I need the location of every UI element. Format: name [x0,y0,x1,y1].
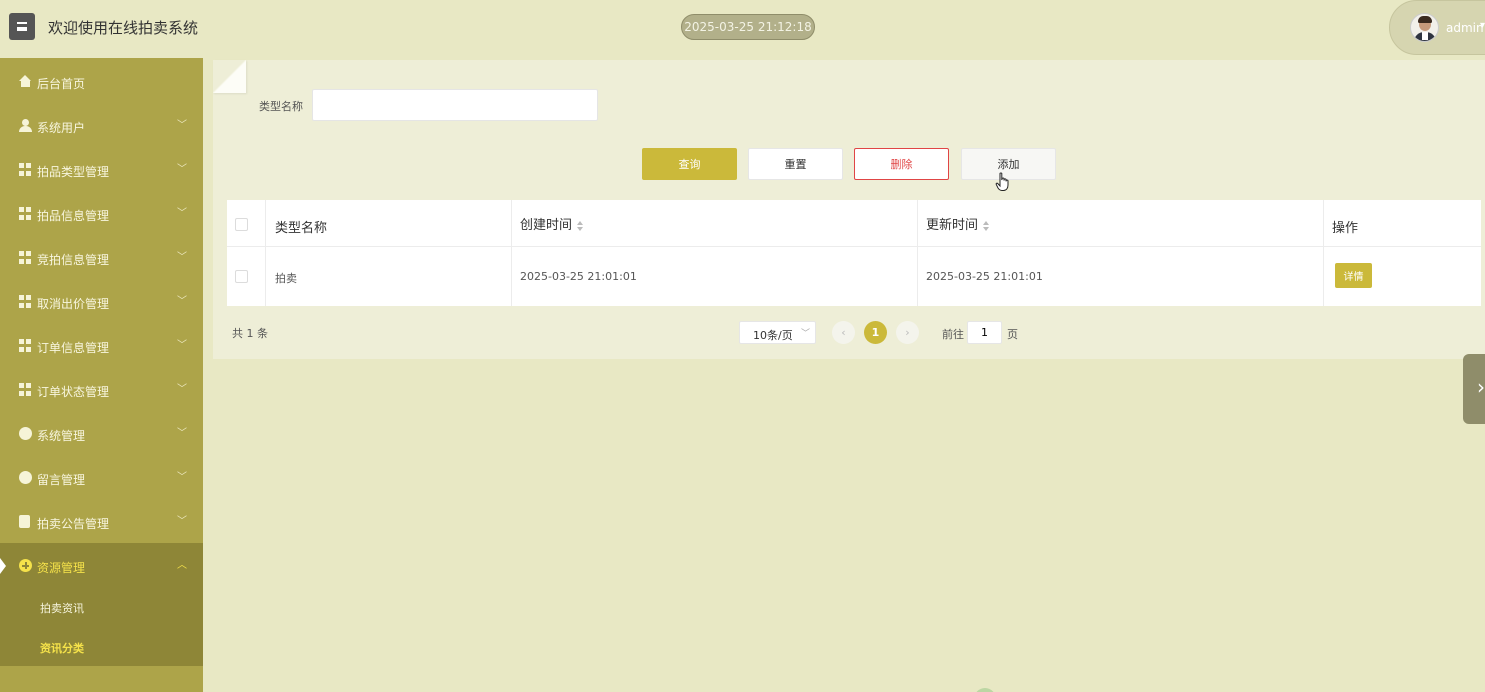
sidebar-item-label: 留言管理 [37,473,86,487]
sidebar-item-item-info[interactable]: 拍品信息管理 ﹀ [0,192,203,236]
sidebar-subitem-auction-news[interactable]: 拍卖资讯 [40,600,84,616]
delete-button[interactable]: 删除 [854,148,949,180]
user-icon [19,119,32,132]
column-header-label: 更新时间 [926,218,979,233]
column-header-type-name: 类型名称 [275,221,328,236]
user-menu[interactable]: admin ▾ [1389,0,1485,55]
page-size-select[interactable]: 10条/页 ﹀ [739,321,816,344]
page-size-value: 10条/页 [753,329,793,342]
sidebar-item-label: 拍品信息管理 [37,209,110,223]
sidebar-item-cancel-bid[interactable]: 取消出价管理 ﹀ [0,280,203,324]
sidebar-item-label: 拍卖公告管理 [37,517,110,531]
sidebar-item-label: 订单信息管理 [37,341,110,355]
column-header-updated[interactable]: 更新时间 [926,214,990,233]
reset-button[interactable]: 重置 [748,148,843,180]
chevron-down-icon: ﹀ [177,472,187,483]
sidebar-item-item-types[interactable]: 拍品类型管理 ﹀ [0,148,203,192]
column-header-created[interactable]: 创建时间 [520,214,584,233]
hand-cursor-icon [995,172,1009,191]
active-marker [0,558,6,574]
sidebar-item-label: 后台首页 [37,77,86,91]
prev-page-button[interactable]: ‹ [832,321,855,344]
document-icon [19,515,30,528]
data-table: 类型名称 创建时间 更新时间 操作 拍卖 2025-03-25 21:01:01… [227,200,1481,306]
datetime-badge: 2025-03-25 21:12:18 [681,14,815,40]
sidebar-item-label: 系统用户 [37,121,86,135]
chevron-down-icon: ﹀ [177,296,187,307]
chevron-up-icon: ︿ [177,560,187,571]
app-title: 欢迎使用在线拍卖系统 [48,19,199,37]
query-button[interactable]: 查询 [642,148,737,180]
user-name: admin [1446,21,1484,35]
sidebar-item-order-info[interactable]: 订单信息管理 ﹀ [0,324,203,368]
goto-page-input[interactable] [967,321,1002,344]
sort-icon[interactable] [577,220,584,231]
sidebar-item-label: 系统管理 [37,429,86,443]
gear-icon [19,427,32,440]
sidebar-item-order-status[interactable]: 订单状态管理 ﹀ [0,368,203,412]
grid-icon [19,383,32,396]
type-name-search-input[interactable] [312,89,598,121]
floating-dot [974,688,996,692]
chevron-down-icon: ﹀ [177,164,187,175]
home-icon [19,75,32,88]
sidebar-subitem-news-category[interactable]: 资讯分类 [40,640,84,656]
goto-label: 前往 [942,328,964,341]
chevron-down-icon: ﹀ [177,340,187,351]
column-header-actions: 操作 [1332,221,1359,236]
next-page-button[interactable]: › [896,321,919,344]
sidebar-item-messages[interactable]: 留言管理 ﹀ [0,456,203,500]
detail-button[interactable]: 详情 [1335,263,1372,288]
chevron-down-icon: ﹀ [177,516,187,527]
row-checkbox[interactable] [235,270,248,283]
chevron-down-icon: ▾ [1480,20,1485,31]
total-count: 共 1 条 [232,327,268,340]
table-row: 拍卖 2025-03-25 21:01:01 2025-03-25 21:01:… [227,247,1481,306]
avatar [1410,13,1439,42]
drawer-toggle-button[interactable]: › [1463,354,1485,424]
grid-icon [19,207,32,220]
chevron-down-icon: ﹀ [177,428,187,439]
sidebar-item-announcements[interactable]: 拍卖公告管理 ﹀ [0,500,203,544]
cell-created: 2025-03-25 21:01:01 [520,270,637,283]
table-header-row: 类型名称 创建时间 更新时间 操作 [227,200,1481,247]
select-all-checkbox[interactable] [235,218,248,231]
chevron-right-icon: › [1477,375,1485,399]
cell-type-name: 拍卖 [275,272,297,285]
page-number-current[interactable]: 1 [864,321,887,344]
search-label: 类型名称 [259,100,303,113]
sidebar-item-home[interactable]: 后台首页 [0,60,203,104]
gear-icon [19,471,32,484]
menu-toggle-button[interactable] [9,13,35,40]
corner-fold-decoration [213,60,246,93]
sidebar: 后台首页 系统用户 ﹀ 拍品类型管理 ﹀ 拍品信息管理 ﹀ 竞拍信息管理 ﹀ 取… [0,58,203,692]
sidebar-item-label: 取消出价管理 [37,297,110,311]
chevron-down-icon: ﹀ [177,384,187,395]
sidebar-item-label: 竞拍信息管理 [37,253,110,267]
plus-circle-icon [19,559,32,572]
top-header: 欢迎使用在线拍卖系统 2025-03-25 21:12:18 admin ▾ [0,0,1485,56]
sidebar-item-system[interactable]: 系统管理 ﹀ [0,412,203,456]
hamburger-icon [17,22,27,31]
sidebar-item-label: 资源管理 [37,561,86,575]
sidebar-item-system-users[interactable]: 系统用户 ﹀ [0,104,203,148]
grid-icon [19,251,32,264]
cell-updated: 2025-03-25 21:01:01 [926,270,1043,283]
chevron-down-icon: ﹀ [177,208,187,219]
goto-suffix: 页 [1007,328,1018,341]
sidebar-item-label: 订单状态管理 [37,385,110,399]
column-header-label: 创建时间 [520,218,573,233]
grid-icon [19,295,32,308]
sidebar-item-bid-info[interactable]: 竞拍信息管理 ﹀ [0,236,203,280]
grid-icon [19,163,32,176]
chevron-down-icon: ﹀ [177,120,187,131]
sidebar-item-label: 拍品类型管理 [37,165,110,179]
sort-icon[interactable] [983,220,990,231]
chevron-down-icon: ﹀ [177,252,187,263]
chevron-down-icon: ﹀ [801,329,811,339]
sidebar-item-resources[interactable]: 资源管理 ︿ [0,544,203,588]
grid-icon [19,339,32,352]
